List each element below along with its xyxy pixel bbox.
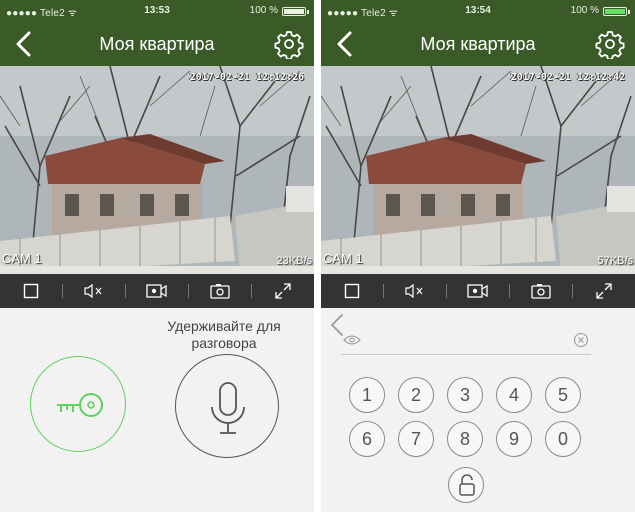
pin-input[interactable] [341,327,591,355]
record-icon [146,284,167,298]
status-bar: ●●●●● Tele2 ᯤ 13:53 100 % [0,0,314,22]
expand-icon [275,283,291,299]
snapshot-icon [210,284,230,299]
camera-video-feed[interactable]: 2017-02-21 12:12:42 CAM 1 57KB/s [321,66,635,274]
video-toolbar [0,274,314,308]
keypad-key-0[interactable]: 0 [545,421,581,457]
fullscreen-square-icon [23,283,39,299]
push-to-talk-button[interactable] [175,354,279,458]
unlock-icon [459,474,475,496]
navigation-bar: Моя квартира [321,22,635,66]
navigation-bar: Моя квартира [0,22,314,66]
expand-icon [596,283,612,299]
keypad-key-8[interactable]: 8 [447,421,483,457]
keypad-key-4[interactable]: 4 [496,377,532,413]
keypad-key-3[interactable]: 3 [447,377,483,413]
video-timestamp: 2017-02-21 12:12:42 [510,72,625,83]
expand-button[interactable] [573,274,635,308]
mute-button[interactable] [384,274,446,308]
camera-scene-image [0,66,314,274]
keypad-key-2[interactable]: 2 [398,377,434,413]
open-door-button[interactable] [30,356,126,452]
snapshot-button[interactable] [189,274,251,308]
battery-charging-icon [603,7,630,16]
snapshot-icon [531,284,551,299]
camera-video-feed[interactable]: 2017-02-21 12:12:26 CAM 1 23KB/s [0,66,314,274]
video-timestamp: 2017-02-21 12:12:26 [189,72,304,83]
page-title: Моя квартира [99,34,215,54]
battery-icon [282,7,309,16]
unlock-button[interactable] [448,467,484,503]
hold-to-talk-hint: Удерживайте для разговора [167,318,281,351]
keypad-key-1[interactable]: 1 [349,377,385,413]
screen-intercom: ●●●●● Tele2 ᯤ 13:53 100 % Моя квартира 2… [0,0,314,512]
gear-icon[interactable] [595,29,625,59]
gear-icon[interactable] [274,29,304,59]
mute-icon [84,283,102,299]
bitrate-label: 57KB/s [597,255,633,267]
fullscreen-square-button[interactable] [0,274,62,308]
keypad-key-6[interactable]: 6 [349,421,385,457]
microphone-icon [211,382,245,434]
eye-icon[interactable] [343,334,361,346]
video-toolbar [321,274,635,308]
keypad-key-7[interactable]: 7 [398,421,434,457]
battery-percent: 100 % [249,5,278,16]
fullscreen-square-button[interactable] [321,274,383,308]
mute-button[interactable] [63,274,125,308]
record-button[interactable] [126,274,188,308]
key-icon [57,393,103,417]
battery-percent: 100 % [570,5,599,16]
snapshot-button[interactable] [510,274,572,308]
camera-label: CAM 1 [323,251,363,266]
keypad-key-9[interactable]: 9 [496,421,532,457]
record-icon [467,284,488,298]
screen-pin-entry: ●●●●● Tele2 ᯤ 13:54 100 % Моя квартира 2… [321,0,635,512]
clear-icon[interactable] [573,332,589,348]
camera-label: CAM 1 [2,251,42,266]
fullscreen-square-icon [344,283,360,299]
camera-scene-image [321,66,635,274]
keypad-key-5[interactable]: 5 [545,377,581,413]
status-bar: ●●●●● Tele2 ᯤ 13:54 100 % [321,0,635,22]
mute-icon [405,283,423,299]
expand-button[interactable] [252,274,314,308]
page-title: Моя квартира [420,34,536,54]
record-button[interactable] [447,274,509,308]
bitrate-label: 23KB/s [276,255,312,267]
